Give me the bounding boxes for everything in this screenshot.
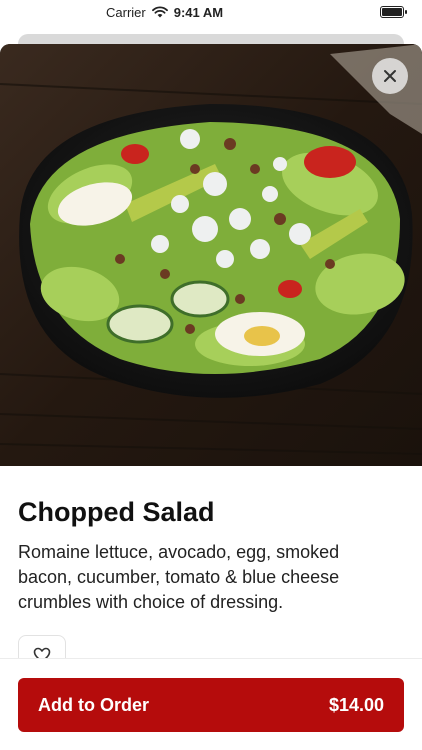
item-details: Chopped Salad Romaine lettuce, avocado, … — [18, 494, 404, 615]
carrier-label: Carrier — [106, 4, 146, 20]
item-description: Romaine lettuce, avocado, egg, smoked ba… — [18, 542, 340, 612]
close-button[interactable] — [372, 58, 408, 94]
add-to-order-button[interactable]: Add to Order $14.00 — [18, 678, 404, 732]
wifi-icon — [151, 6, 168, 18]
status-bar: Carrier 9:41 AM — [0, 0, 422, 24]
battery-icon — [380, 6, 407, 18]
salad-illustration — [0, 44, 422, 466]
status-time: 9:41 AM — [173, 4, 224, 20]
item-photo — [0, 44, 422, 466]
item-price: $14.00 — [328, 694, 384, 715]
close-icon — [384, 70, 396, 82]
status-left: Carrier 9:41 AM — [106, 5, 223, 20]
add-to-order-label: Add to Order — [38, 694, 149, 715]
item-title: Chopped Salad — [18, 497, 215, 527]
